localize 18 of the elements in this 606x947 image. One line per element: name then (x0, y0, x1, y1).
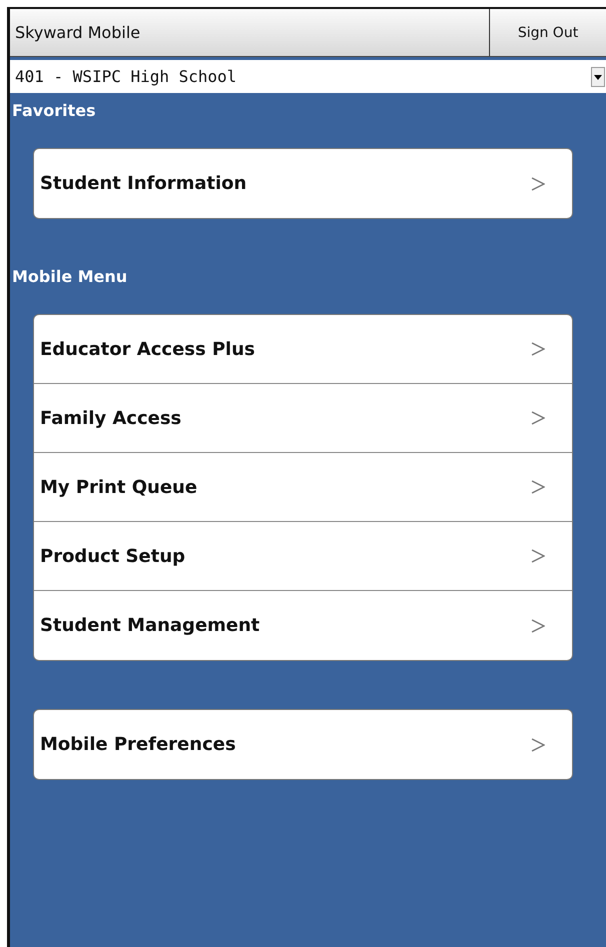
menu-item[interactable]: Educator Access Plus (34, 315, 572, 384)
menu-item[interactable]: My Print Queue (34, 453, 572, 522)
chevron-right-icon (531, 176, 545, 192)
section-heading: Mobile Menu (11, 267, 128, 286)
menu-item[interactable]: Mobile Preferences (34, 710, 572, 779)
chevron-right-icon (531, 548, 545, 564)
chevron-right-icon (531, 618, 545, 634)
chevron-right-icon (531, 736, 545, 752)
sign-out-button[interactable]: Sign Out (489, 9, 606, 56)
section-heading: Favorites (11, 101, 97, 120)
chevron-right-icon (531, 341, 545, 357)
chevron-right-icon (531, 410, 545, 426)
menu-item[interactable]: Student Information (34, 149, 572, 218)
menu-item[interactable]: Family Access (34, 384, 572, 453)
chevron-right-icon (531, 479, 545, 495)
menu-item[interactable]: Product Setup (34, 522, 572, 591)
app-title: Skyward Mobile (14, 22, 142, 44)
menu-item[interactable]: Student Management (34, 591, 572, 660)
